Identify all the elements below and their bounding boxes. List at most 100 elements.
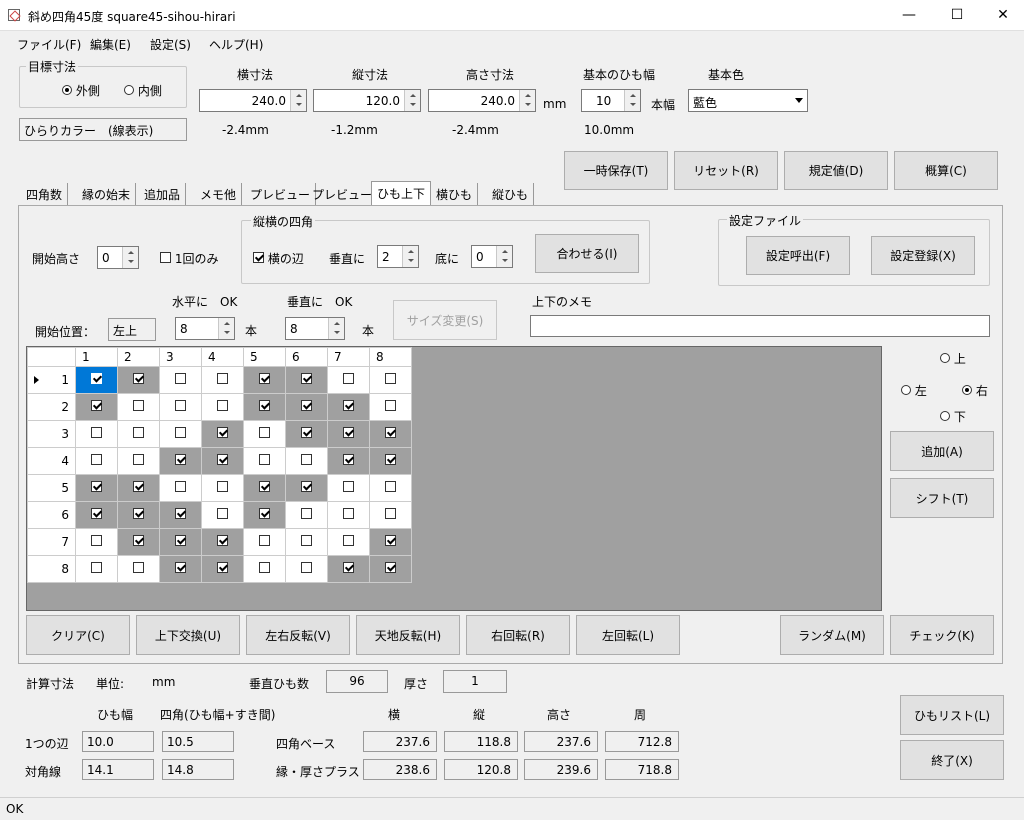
grid-cell[interactable] [75, 393, 118, 421]
tab-vertical[interactable]: 縦ひも [487, 183, 535, 205]
grid-cell[interactable] [285, 555, 328, 583]
grid-checkbox[interactable] [175, 400, 186, 411]
dir-down-radio[interactable]: 下 [940, 408, 966, 425]
start-height-input[interactable]: 0 [97, 246, 139, 269]
grid-cell[interactable] [243, 366, 286, 394]
grid-checkbox[interactable] [301, 427, 312, 438]
grid-cell[interactable] [117, 501, 160, 529]
memo-input[interactable] [530, 315, 990, 337]
dir-left-radio[interactable]: 左 [901, 382, 927, 399]
grid-checkbox[interactable] [133, 427, 144, 438]
grid-cell[interactable] [243, 447, 286, 475]
grid-checkbox[interactable] [343, 481, 354, 492]
grid-cell[interactable] [159, 393, 202, 421]
grid-cell[interactable] [159, 501, 202, 529]
grid-checkbox[interactable] [175, 454, 186, 465]
default-button[interactable]: 規定値(D) [784, 151, 888, 190]
grid-checkbox[interactable] [175, 535, 186, 546]
grid-checkbox[interactable] [343, 427, 354, 438]
grid-cell[interactable] [201, 447, 244, 475]
grid-checkbox[interactable] [91, 562, 102, 573]
grid-cell[interactable] [159, 528, 202, 556]
grid-cell[interactable] [327, 447, 370, 475]
color-select[interactable]: 藍色 [688, 89, 808, 112]
grid-cell[interactable] [201, 366, 244, 394]
grid-cell[interactable] [369, 528, 412, 556]
grid-cell[interactable] [369, 474, 412, 502]
grid-row-header[interactable]: 6 [27, 501, 76, 529]
minimize-button[interactable]: — [886, 0, 932, 31]
grid-cell[interactable] [285, 366, 328, 394]
grid-checkbox[interactable] [133, 400, 144, 411]
grid-row-header[interactable]: 1 [27, 366, 76, 394]
flip-tb-button[interactable]: 天地反転(H) [356, 615, 460, 655]
grid-cell[interactable] [201, 528, 244, 556]
grid-cell[interactable] [159, 447, 202, 475]
grid-checkbox[interactable] [217, 400, 228, 411]
grid-checkbox[interactable] [259, 454, 270, 465]
grid-col-header[interactable]: 3 [159, 347, 202, 367]
grid-checkbox[interactable] [385, 373, 396, 384]
grid-checkbox[interactable] [259, 427, 270, 438]
grid-checkbox[interactable] [175, 373, 186, 384]
grid-cell[interactable] [327, 420, 370, 448]
menu-help[interactable]: ヘルプ(H) [209, 36, 263, 53]
grid-cell[interactable] [285, 474, 328, 502]
height-spin[interactable] [519, 90, 535, 111]
h-count-input[interactable]: 8 [175, 317, 235, 340]
grid-checkbox[interactable] [217, 562, 228, 573]
grid-cell[interactable] [201, 393, 244, 421]
grid-cell[interactable] [159, 366, 202, 394]
flip-lr-button[interactable]: 左右反転(V) [246, 615, 350, 655]
grid-col-header[interactable]: 4 [201, 347, 244, 367]
grid-cell[interactable] [201, 555, 244, 583]
grid-col-header[interactable]: 2 [117, 347, 160, 367]
grid-checkbox[interactable] [343, 535, 354, 546]
grid-checkbox[interactable] [385, 454, 396, 465]
grid-row-header[interactable]: 5 [27, 474, 76, 502]
grid-cell[interactable] [159, 555, 202, 583]
grid-cell[interactable] [117, 474, 160, 502]
grid-checkbox[interactable] [301, 562, 312, 573]
grid-cell[interactable] [369, 447, 412, 475]
grid-cell[interactable] [243, 420, 286, 448]
grid-checkbox[interactable] [217, 508, 228, 519]
grid-checkbox[interactable] [217, 373, 228, 384]
grid-row-header[interactable]: 3 [27, 420, 76, 448]
grid-checkbox[interactable] [385, 400, 396, 411]
dir-up-radio[interactable]: 上 [940, 350, 966, 367]
grid-checkbox[interactable] [343, 373, 354, 384]
grid-cell[interactable] [75, 447, 118, 475]
grid-checkbox[interactable] [133, 481, 144, 492]
estimate-button[interactable]: 概算(C) [894, 151, 998, 190]
grid-checkbox[interactable] [91, 454, 102, 465]
band-spin[interactable] [624, 90, 640, 111]
grid-cell[interactable] [117, 528, 160, 556]
menu-edit[interactable]: 編集(E) [90, 36, 131, 53]
maximize-button[interactable]: ☐ [934, 0, 980, 31]
grid-cell[interactable] [117, 420, 160, 448]
grid-checkbox[interactable] [385, 508, 396, 519]
grid-checkbox[interactable] [217, 481, 228, 492]
grid-cell[interactable] [243, 501, 286, 529]
v-count-input[interactable]: 8 [285, 317, 345, 340]
rotate-left-button[interactable]: 左回転(L) [576, 615, 680, 655]
band-input[interactable]: 10 [581, 89, 641, 112]
check-button[interactable]: チェック(K) [890, 615, 994, 655]
depth-input[interactable]: 120.0 [313, 89, 421, 112]
grid-cell[interactable] [243, 474, 286, 502]
grid-checkbox[interactable] [175, 562, 186, 573]
tab-preview[interactable]: プレビュー [245, 183, 317, 205]
band-list-button[interactable]: ひもリスト(L) [900, 695, 1004, 735]
grid-row-header[interactable]: 8 [27, 555, 76, 583]
grid-checkbox[interactable] [259, 562, 270, 573]
grid-cell[interactable] [75, 474, 118, 502]
hirari-color-field[interactable]: ひらりカラー (線表示) [19, 118, 187, 141]
grid-checkbox[interactable] [343, 508, 354, 519]
add-button[interactable]: 追加(A) [890, 431, 994, 471]
grid-checkbox[interactable] [385, 481, 396, 492]
match-button[interactable]: 合わせる(I) [535, 234, 639, 273]
grid-checkbox[interactable] [385, 535, 396, 546]
grid-cell[interactable] [117, 555, 160, 583]
shift-button[interactable]: シフト(T) [890, 478, 994, 518]
